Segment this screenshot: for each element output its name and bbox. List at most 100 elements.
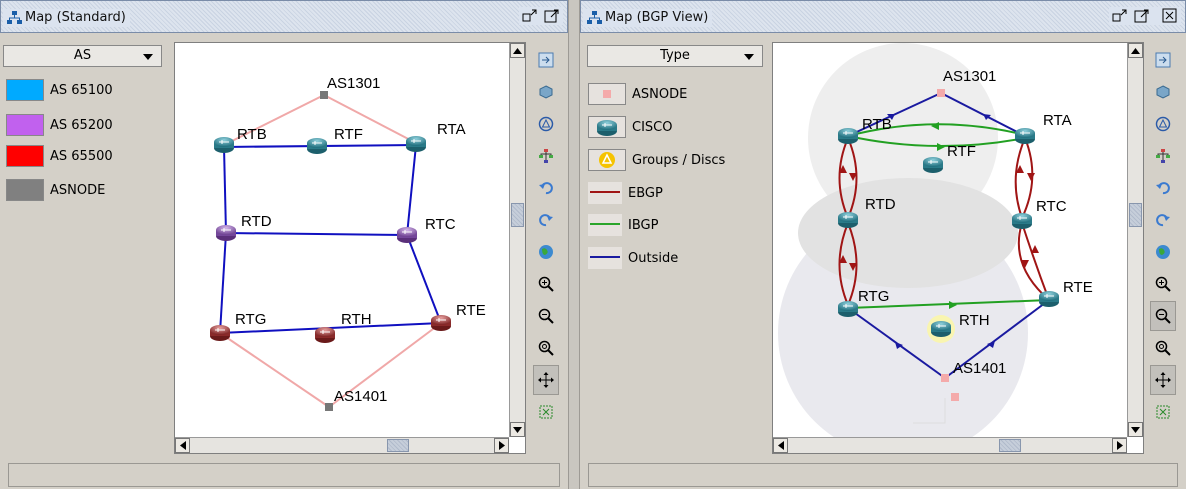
horizontal-scrollbar[interactable] [773, 437, 1127, 453]
ebgp-line-icon [588, 182, 622, 204]
legend-item[interactable]: AS 65100 [6, 78, 113, 102]
cube-icon[interactable] [533, 77, 559, 107]
asnode-icon[interactable] [941, 374, 949, 382]
right-map-canvas[interactable]: AS1301 RTB RTF RTA RTD RTC RTG RTH RTE A… [772, 42, 1144, 454]
legend-item[interactable]: IBGP [588, 213, 658, 237]
cube-icon[interactable] [1150, 77, 1176, 107]
router-icon[interactable] [430, 314, 452, 332]
zoom-in-icon[interactable] [1150, 269, 1176, 299]
pan-icon[interactable] [1150, 365, 1176, 395]
horizontal-scrollbar[interactable] [175, 437, 509, 453]
pan-icon[interactable] [533, 365, 559, 395]
undo-icon[interactable] [1150, 173, 1176, 203]
router-icon[interactable] [837, 300, 859, 318]
router-icon[interactable] [837, 211, 859, 229]
maximize-icon[interactable] [1133, 7, 1151, 25]
legend-item[interactable]: CISCO [588, 115, 672, 139]
fit-icon[interactable] [533, 45, 559, 75]
scroll-down-button[interactable] [510, 422, 525, 437]
left-topology-graph: AS1301 RTB RTF RTA RTD RTC RTG RTH RTE A… [209, 75, 486, 411]
asnode-icon[interactable] [937, 89, 945, 97]
pink-link [219, 332, 330, 408]
legend-item[interactable]: AS 65200 [6, 113, 113, 137]
router-icon[interactable] [1014, 127, 1036, 145]
router-icon[interactable] [1011, 212, 1033, 230]
asnode-icon[interactable] [320, 91, 328, 99]
zoom-fit-icon[interactable] [1150, 333, 1176, 363]
layout-icon[interactable] [1150, 109, 1176, 139]
globe-icon[interactable] [533, 237, 559, 267]
zoom-fit-icon[interactable] [533, 333, 559, 363]
scroll-left-button[interactable] [175, 438, 190, 453]
router-icon[interactable] [213, 136, 235, 154]
scroll-right-button[interactable] [494, 438, 509, 453]
scroll-thumb[interactable] [1129, 203, 1142, 227]
fit-icon[interactable] [1150, 45, 1176, 75]
legend-item[interactable]: Groups / Discs [588, 148, 725, 172]
scroll-thumb[interactable] [511, 203, 524, 227]
legend-group-select[interactable]: AS [3, 45, 162, 67]
router-icon[interactable] [930, 320, 952, 338]
right-title-bar[interactable]: Map (BGP View) [580, 0, 1186, 33]
right-map-panel: Map (BGP View) Type ASNODE CISCO Groups … [580, 0, 1186, 489]
legend-item-label: AS 65500 [50, 148, 113, 164]
legend-item[interactable]: AS 65500 [6, 144, 113, 168]
scroll-thumb[interactable] [999, 439, 1021, 452]
router-icon[interactable] [405, 135, 427, 153]
scroll-right-button[interactable] [1112, 438, 1127, 453]
scroll-left-button[interactable] [773, 438, 788, 453]
zoom-in-icon[interactable] [533, 269, 559, 299]
left-title-bar[interactable]: Map (Standard) [0, 0, 568, 33]
router-icon[interactable] [922, 156, 944, 174]
legend-item[interactable]: ASNODE [6, 178, 105, 202]
router-icon[interactable] [396, 226, 418, 244]
zoom-out-icon[interactable] [1150, 301, 1176, 331]
scroll-thumb[interactable] [387, 439, 409, 452]
legend-item[interactable]: EBGP [588, 181, 663, 205]
vertical-scrollbar[interactable] [509, 43, 525, 437]
select-icon[interactable] [533, 397, 559, 427]
tree-layout-icon[interactable] [1150, 141, 1176, 171]
legend-swatch [6, 179, 44, 201]
restore-icon[interactable] [1111, 7, 1129, 25]
legend-item[interactable]: ASNODE [588, 82, 687, 106]
left-panel-title: Map (Standard) [25, 10, 126, 25]
router-icon[interactable] [837, 127, 859, 145]
restore-icon[interactable] [521, 7, 539, 25]
redo-icon[interactable] [1150, 205, 1176, 235]
ibgp-line-icon [588, 214, 622, 236]
router-icon[interactable] [1038, 290, 1060, 308]
scroll-down-button[interactable] [1128, 422, 1143, 437]
legend-item[interactable]: Outside [588, 246, 678, 270]
redo-icon[interactable] [533, 205, 559, 235]
router-icon[interactable] [215, 224, 237, 242]
select-icon[interactable] [1150, 397, 1176, 427]
scroll-up-button[interactable] [510, 43, 525, 58]
legend-item-label: IBGP [628, 217, 659, 233]
tree-layout-icon[interactable] [533, 141, 559, 171]
router-icon [588, 116, 626, 138]
legend-swatch [6, 114, 44, 136]
panel-splitter[interactable] [568, 0, 580, 489]
legend-header-label: Type [660, 48, 690, 63]
router-icon[interactable] [306, 137, 328, 155]
asnode-icon[interactable] [325, 403, 333, 411]
globe-icon[interactable] [1150, 237, 1176, 267]
layout-icon[interactable] [533, 109, 559, 139]
undo-icon[interactable] [533, 173, 559, 203]
maximize-icon[interactable] [543, 7, 561, 25]
legend-group-select[interactable]: Type [587, 45, 763, 67]
close-icon[interactable] [1161, 7, 1179, 25]
zoom-out-icon[interactable] [533, 301, 559, 331]
right-bgp-graph: AS1301 RTB RTF RTA RTD RTC RTG RTH RTE A… [778, 43, 1093, 453]
scroll-up-button[interactable] [1128, 43, 1143, 58]
asnode-icon[interactable] [951, 393, 959, 401]
router-icon[interactable] [209, 324, 231, 342]
blue-link [223, 146, 227, 234]
left-map-canvas[interactable]: AS1301 RTB RTF RTA RTD RTC RTG RTH RTE A… [174, 42, 526, 454]
node-label: RTA [437, 121, 466, 138]
vertical-scrollbar[interactable] [1127, 43, 1143, 437]
router-icon[interactable] [314, 326, 336, 344]
node-label: RTA [1043, 112, 1072, 129]
node-label: AS1301 [943, 68, 996, 85]
